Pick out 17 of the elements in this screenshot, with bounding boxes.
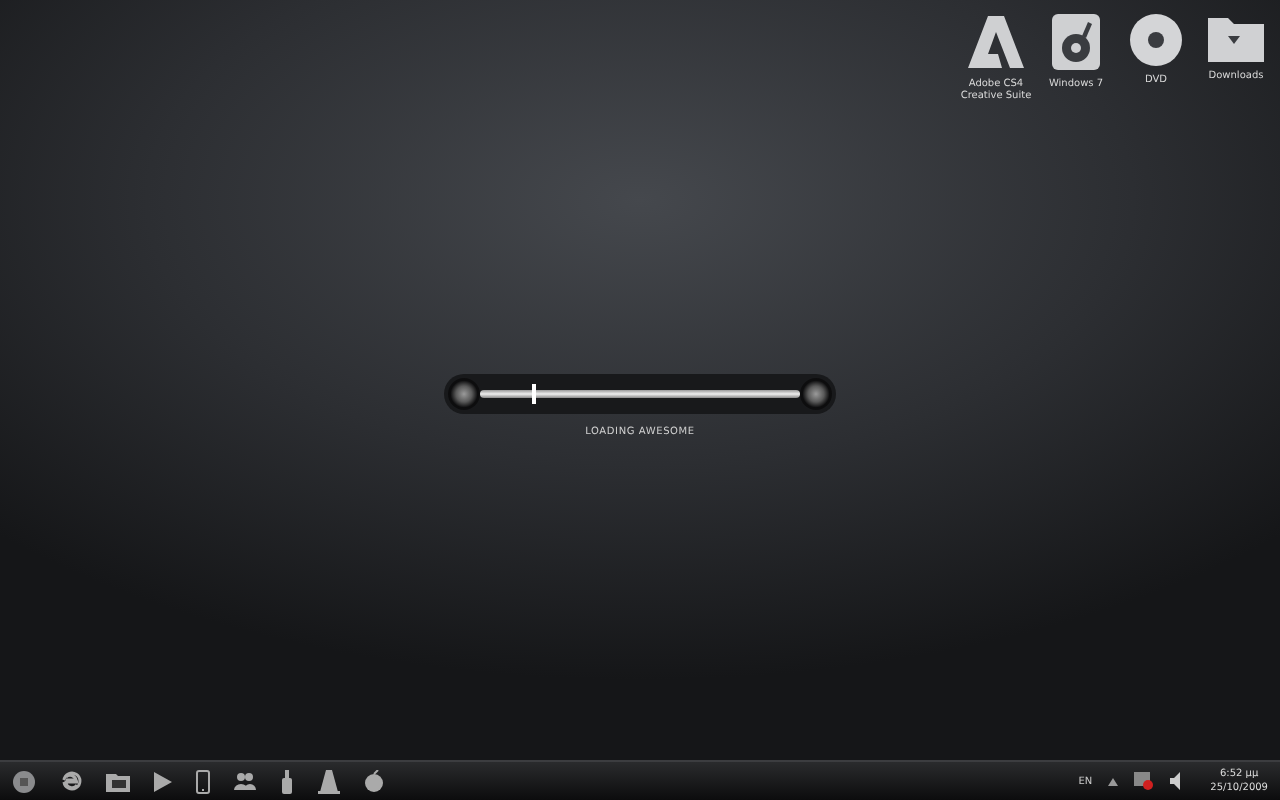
phone-icon[interactable] [196, 769, 210, 793]
apple-icon[interactable] [364, 770, 384, 792]
people-icon[interactable] [234, 772, 256, 790]
browser-icon[interactable] [60, 770, 82, 792]
play-icon[interactable] [154, 771, 172, 791]
caret-icon[interactable] [1108, 777, 1119, 785]
folder-icon[interactable] [1206, 12, 1266, 64]
brush-icon[interactable] [280, 769, 294, 793]
flag-icon[interactable] [1134, 772, 1155, 790]
adobe-logo-icon[interactable] [966, 12, 1026, 72]
disc-icon[interactable] [1128, 12, 1184, 68]
folder-icon[interactable] [106, 771, 130, 791]
bar-end-knob [448, 378, 480, 410]
start-button[interactable] [12, 769, 36, 793]
cone-icon[interactable] [318, 769, 340, 793]
bar-end-knob [800, 378, 832, 410]
media-player-icon[interactable] [1050, 12, 1102, 72]
